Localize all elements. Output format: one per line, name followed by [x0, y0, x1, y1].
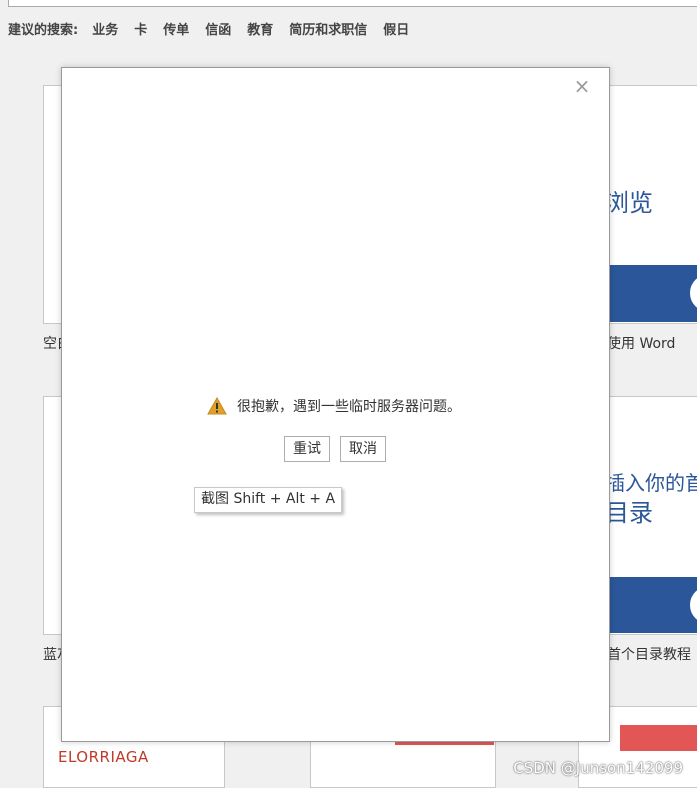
template-heading-toc-1: 插入你的首个 — [605, 471, 697, 495]
error-message: 很抱歉，遇到一些临时服务器问题。 — [207, 396, 461, 416]
suggested-searches-label: 建议的搜索: — [8, 23, 79, 38]
template-heading-browse: 浏览 — [605, 189, 653, 217]
suggestion-business[interactable]: 业务 — [92, 19, 118, 38]
error-message-text: 很抱歉，遇到一些临时服务器问题。 — [237, 399, 461, 415]
suggestion-holiday[interactable]: 假日 — [383, 19, 409, 38]
watermark: CSDN @Junson142099 — [513, 759, 683, 777]
template-label-toc: 首个目录教程 — [607, 647, 691, 663]
error-dialog: × 很抱歉，遇到一些临时服务器问题。 重试 取消 — [61, 67, 610, 742]
suggestion-resume[interactable]: 简历和求职信 — [289, 19, 367, 38]
template-label-blank: 空白 — [43, 336, 61, 352]
suggestion-letter[interactable]: 信函 — [205, 19, 231, 38]
template-heading-toc-2: 目录 — [605, 499, 653, 527]
resume-title: ELORRIAGA — [58, 748, 149, 766]
suggested-searches: 建议的搜索: 业务 卡 传单 信函 教育 简历和求职信 假日 — [8, 19, 425, 38]
cancel-button[interactable]: 取消 — [340, 436, 386, 462]
search-input[interactable] — [8, 0, 697, 7]
template-label-bluegray: 蓝灰 — [43, 647, 61, 663]
suggestion-education[interactable]: 教育 — [247, 19, 273, 38]
close-icon[interactable]: × — [573, 76, 591, 96]
template-label-word: 使用 Word — [607, 336, 676, 352]
template-blue-band — [605, 265, 697, 322]
suggestion-card[interactable]: 卡 — [134, 19, 147, 38]
screenshot-shortcut-tooltip: 截图 Shift + Alt + A — [194, 487, 343, 513]
resume-red-strip-2 — [620, 725, 697, 751]
suggestion-flyer[interactable]: 传单 — [163, 19, 189, 38]
template-blue-band-2 — [605, 577, 697, 633]
warning-icon — [207, 396, 227, 415]
retry-button[interactable]: 重试 — [284, 436, 330, 462]
